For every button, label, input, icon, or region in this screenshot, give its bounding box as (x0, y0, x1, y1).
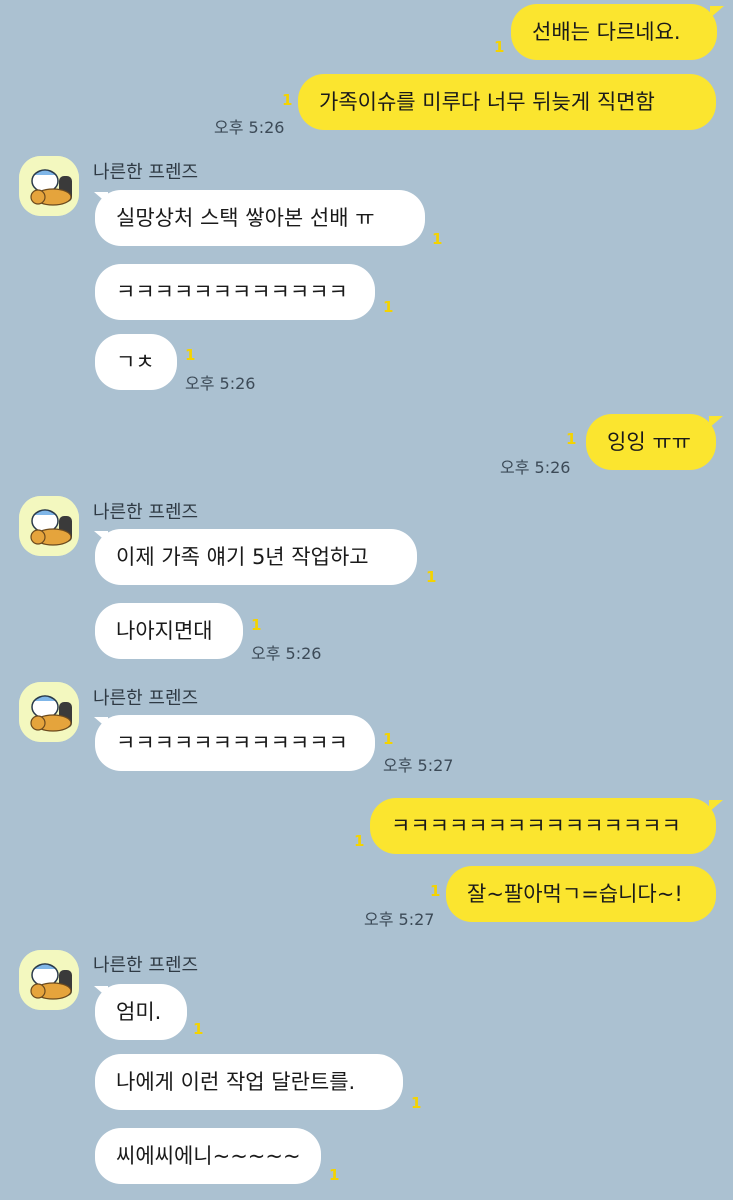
sender-name: 나른한 프렌즈 (93, 502, 199, 523)
message-timestamp: 오후 5:27 (383, 756, 454, 775)
unread-count: 1 (185, 346, 196, 364)
my-message-bubble[interactable]: 선배는 다르네요. (511, 4, 717, 60)
unread-count: 1 (494, 38, 505, 56)
unread-count: 1 (383, 298, 394, 316)
friend-message-bubble[interactable]: 나에게 이런 작업 달란트를. (95, 1054, 403, 1110)
message-timestamp: 오후 5:26 (251, 644, 322, 663)
bubble-tail (709, 800, 723, 812)
unread-count: 1 (354, 832, 365, 850)
unread-count: 1 (251, 616, 262, 634)
friend-message-bubble[interactable]: ㅋㅋㅋㅋㅋㅋㅋㅋㅋㅋㅋㅋ (95, 264, 375, 320)
sender-name: 나른한 프렌즈 (93, 955, 199, 976)
unread-count: 1 (426, 568, 437, 586)
unread-count: 1 (411, 1094, 422, 1112)
friend-avatar[interactable] (19, 682, 79, 742)
unread-count: 1 (432, 230, 443, 248)
unread-count: 1 (383, 730, 394, 748)
friend-avatar[interactable] (19, 496, 79, 556)
sender-name: 나른한 프렌즈 (93, 688, 199, 709)
friend-message-bubble[interactable]: 이제 가족 얘기 5년 작업하고 (95, 529, 417, 585)
character-avatar-icon (19, 950, 79, 1010)
unread-count: 1 (193, 1020, 204, 1038)
friend-message-bubble[interactable]: ㄱㅊ (95, 334, 177, 390)
my-message-bubble[interactable]: 잉잉 ㅠㅠ (586, 414, 716, 470)
friend-message-bubble[interactable]: 엄미. (95, 984, 187, 1040)
friend-message-bubble[interactable]: ㅋㅋㅋㅋㅋㅋㅋㅋㅋㅋㅋㅋ (95, 715, 375, 771)
sender-name: 나른한 프렌즈 (93, 162, 199, 183)
friend-avatar[interactable] (19, 950, 79, 1010)
my-message-bubble[interactable]: 잘~팔아먹ㄱ=습니다~! (446, 866, 716, 922)
friend-message-bubble[interactable]: 실망상처 스택 쌓아본 선배 ㅠ (95, 190, 425, 246)
unread-count: 1 (282, 91, 293, 109)
character-avatar-icon (19, 496, 79, 556)
message-timestamp: 오후 5:26 (214, 118, 285, 137)
message-timestamp: 오후 5:26 (500, 458, 571, 477)
message-timestamp: 오후 5:26 (185, 374, 256, 393)
my-message-bubble[interactable]: 가족이슈를 미루다 너무 뒤늦게 직면함 (298, 74, 716, 130)
character-avatar-icon (19, 156, 79, 216)
unread-count: 1 (329, 1166, 340, 1184)
unread-count: 1 (430, 882, 441, 900)
friend-message-bubble[interactable]: 나아지면대 (95, 603, 243, 659)
bubble-tail (710, 6, 724, 18)
friend-message-bubble[interactable]: 씨에씨에니~~~~~ (95, 1128, 321, 1184)
message-timestamp: 오후 5:27 (364, 910, 435, 929)
my-message-bubble[interactable]: ㅋㅋㅋㅋㅋㅋㅋㅋㅋㅋㅋㅋㅋㅋㅋ (370, 798, 716, 854)
unread-count: 1 (566, 430, 577, 448)
character-avatar-icon (19, 682, 79, 742)
bubble-tail (709, 416, 723, 428)
friend-avatar[interactable] (19, 156, 79, 216)
